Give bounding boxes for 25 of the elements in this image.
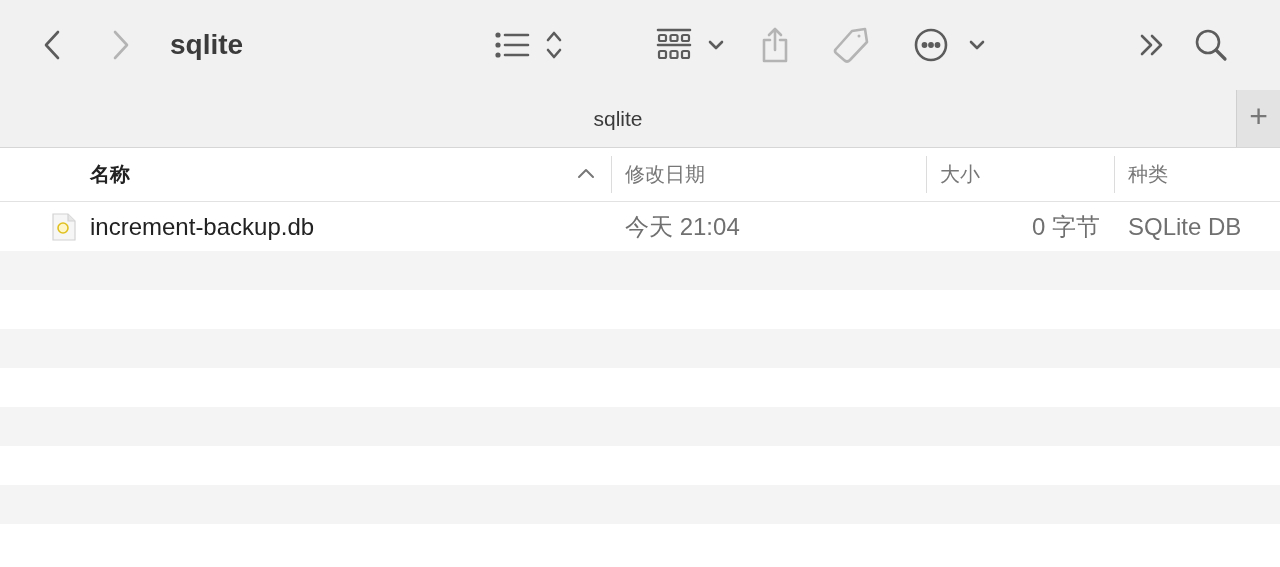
chevron-down-icon xyxy=(969,40,985,50)
file-kind: SQLite DB xyxy=(1128,212,1242,241)
column-header[interactable]: 名称 xyxy=(0,148,611,201)
modified-date: 今天 21:04 xyxy=(625,211,740,242)
sort-ascending-icon xyxy=(577,168,595,179)
up-down-chevron-icon xyxy=(545,30,563,60)
ellipsis-circle-icon xyxy=(913,27,949,63)
file-name: increment-backup.db xyxy=(90,212,315,241)
column-header[interactable]: 大小 xyxy=(926,148,1114,201)
column-header[interactable]: 种类 xyxy=(1114,148,1280,201)
column-header[interactable]: 修改日期 xyxy=(611,148,926,201)
forward-icon xyxy=(111,29,131,61)
folder-title: sqlite xyxy=(170,29,244,60)
back-icon xyxy=(42,29,62,61)
chevron-down-icon xyxy=(708,40,724,50)
grid-icon xyxy=(656,28,692,62)
file-size: 0 字节 xyxy=(1032,211,1100,242)
tab-title: sqlite xyxy=(593,106,643,131)
double-chevron-icon xyxy=(1139,33,1165,57)
search-icon xyxy=(1194,28,1228,62)
share-icon xyxy=(760,26,790,64)
tag-icon xyxy=(832,26,870,64)
new-tab-button[interactable]: + xyxy=(1236,90,1280,147)
database-file-icon xyxy=(50,211,78,242)
list-icon xyxy=(495,31,531,59)
